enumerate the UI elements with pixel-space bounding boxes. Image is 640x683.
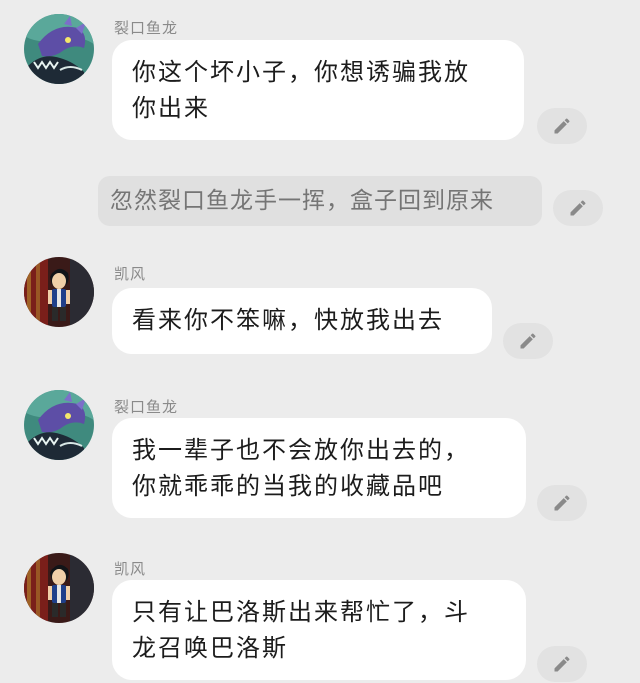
message-line: 龙召唤巴洛斯: [132, 634, 288, 662]
pencil-icon: [552, 493, 572, 513]
pencil-icon: [518, 331, 538, 351]
message-line: 你出来: [132, 94, 210, 122]
narration-bubble: 忽然裂口鱼龙手一挥，盒子回到原来: [98, 176, 542, 226]
edit-button[interactable]: [537, 485, 587, 521]
pencil-icon: [552, 654, 572, 674]
edit-button[interactable]: [537, 108, 587, 144]
pencil-icon: [568, 198, 588, 218]
message-line: 只有让巴洛斯出来帮忙了，斗: [132, 598, 470, 626]
boy-avatar[interactable]: [24, 553, 94, 623]
message-bubble: 我一辈子也不会放你出去的， 你就乖乖的当我的收藏品吧: [112, 418, 526, 518]
speaker-name: 凯风: [114, 560, 147, 578]
message-bubble: 看来你不笨嘛，快放我出去: [112, 288, 492, 354]
message-line: 你这个坏小子，你想诱骗我放: [132, 58, 470, 86]
message-line: 我一辈子也不会放你出去的，: [132, 436, 470, 464]
message-bubble: 你这个坏小子，你想诱骗我放 你出来: [112, 40, 524, 140]
edit-button[interactable]: [553, 190, 603, 226]
pencil-icon: [552, 116, 572, 136]
message-line: 你就乖乖的当我的收藏品吧: [132, 472, 444, 500]
dragon-avatar[interactable]: [24, 390, 94, 460]
speaker-name: 裂口鱼龙: [114, 19, 179, 37]
speaker-name: 裂口鱼龙: [114, 398, 179, 416]
speaker-name: 凯风: [114, 265, 147, 283]
edit-button[interactable]: [537, 646, 587, 682]
message-line: 看来你不笨嘛，快放我出去: [132, 306, 444, 334]
message-bubble: 只有让巴洛斯出来帮忙了，斗 龙召唤巴洛斯: [112, 580, 526, 680]
dragon-avatar[interactable]: [24, 14, 94, 84]
edit-button[interactable]: [503, 323, 553, 359]
boy-avatar[interactable]: [24, 257, 94, 327]
